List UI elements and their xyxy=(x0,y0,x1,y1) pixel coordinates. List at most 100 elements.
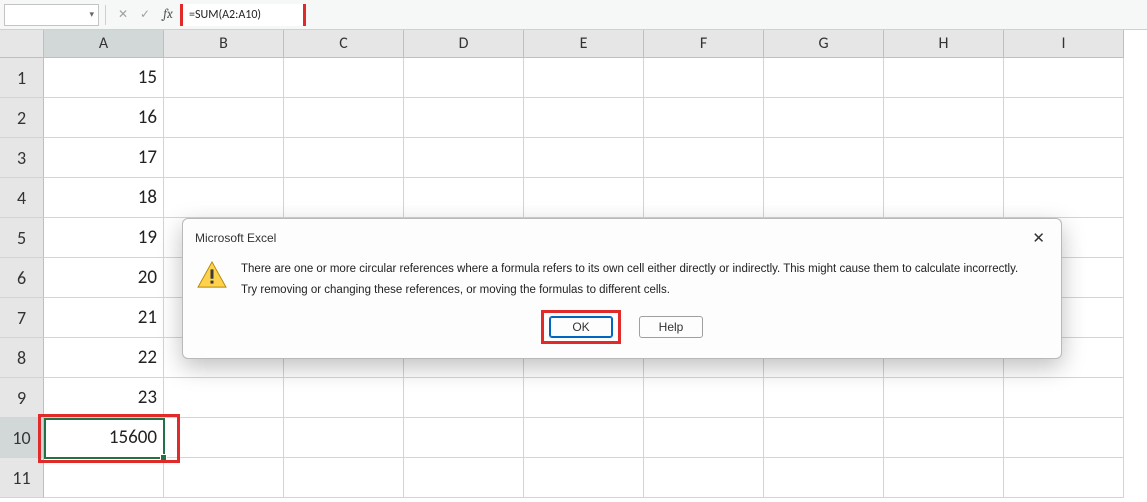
row-header-10[interactable]: 10 xyxy=(0,418,44,458)
cell[interactable] xyxy=(764,178,884,218)
cell[interactable] xyxy=(404,98,524,138)
cell-A4[interactable]: 18 xyxy=(44,178,164,218)
cell[interactable] xyxy=(1004,178,1124,218)
dialog-body: There are one or more circular reference… xyxy=(183,253,1061,310)
cell[interactable] xyxy=(404,458,524,498)
cell[interactable] xyxy=(884,178,1004,218)
cell[interactable] xyxy=(164,378,284,418)
cell[interactable] xyxy=(1004,378,1124,418)
cell[interactable] xyxy=(164,58,284,98)
cell-A2[interactable]: 16 xyxy=(44,98,164,138)
cell[interactable] xyxy=(284,98,404,138)
name-box[interactable]: ▾ xyxy=(4,4,99,26)
row-header-5[interactable]: 5 xyxy=(0,218,44,258)
cell-A3[interactable]: 17 xyxy=(44,138,164,178)
cell[interactable] xyxy=(644,378,764,418)
cell[interactable] xyxy=(1004,138,1124,178)
cell[interactable] xyxy=(164,418,284,458)
cell[interactable] xyxy=(884,458,1004,498)
name-box-dropdown-icon[interactable]: ▾ xyxy=(89,9,94,20)
cell[interactable] xyxy=(164,178,284,218)
cell-A7[interactable]: 21 xyxy=(44,298,164,338)
select-all-corner[interactable] xyxy=(0,30,44,58)
cell[interactable] xyxy=(884,98,1004,138)
cell[interactable] xyxy=(164,138,284,178)
cell[interactable] xyxy=(884,138,1004,178)
cell[interactable] xyxy=(764,138,884,178)
row-header-1[interactable]: 1 xyxy=(0,58,44,98)
fx-icon[interactable]: fx xyxy=(156,7,180,22)
row-header-3[interactable]: 3 xyxy=(0,138,44,178)
cell[interactable] xyxy=(1004,58,1124,98)
cell[interactable] xyxy=(764,458,884,498)
row-header-11[interactable]: 11 xyxy=(0,458,44,498)
cell[interactable] xyxy=(1004,418,1124,458)
cell[interactable] xyxy=(1004,458,1124,498)
cell[interactable] xyxy=(404,58,524,98)
cell[interactable] xyxy=(284,458,404,498)
col-header-D[interactable]: D xyxy=(404,30,524,58)
cell-A5[interactable]: 19 xyxy=(44,218,164,258)
row-header-8[interactable]: 8 xyxy=(0,338,44,378)
cell[interactable] xyxy=(284,378,404,418)
cell-A8[interactable]: 22 xyxy=(44,338,164,378)
cell[interactable] xyxy=(644,138,764,178)
cell[interactable] xyxy=(884,418,1004,458)
row-header-4[interactable]: 4 xyxy=(0,178,44,218)
cell[interactable] xyxy=(644,98,764,138)
cell[interactable] xyxy=(644,178,764,218)
cell[interactable] xyxy=(404,138,524,178)
cell[interactable] xyxy=(524,138,644,178)
col-header-I[interactable]: I xyxy=(1004,30,1124,58)
cell[interactable] xyxy=(524,178,644,218)
col-header-H[interactable]: H xyxy=(884,30,1004,58)
col-header-C[interactable]: C xyxy=(284,30,404,58)
cell[interactable] xyxy=(284,58,404,98)
ok-button[interactable]: OK xyxy=(549,316,613,338)
help-button[interactable]: Help xyxy=(639,316,703,338)
cell[interactable] xyxy=(524,98,644,138)
col-header-G[interactable]: G xyxy=(764,30,884,58)
cell[interactable] xyxy=(764,58,884,98)
col-header-F[interactable]: F xyxy=(644,30,764,58)
cell[interactable] xyxy=(644,418,764,458)
cell[interactable] xyxy=(884,378,1004,418)
cell[interactable] xyxy=(404,178,524,218)
cell[interactable] xyxy=(404,378,524,418)
formula-input[interactable]: =SUM(A2:A10) xyxy=(183,4,303,26)
cell-A9[interactable]: 23 xyxy=(44,378,164,418)
cell[interactable] xyxy=(164,458,284,498)
cell[interactable] xyxy=(764,98,884,138)
cell[interactable] xyxy=(644,458,764,498)
cell-A6[interactable]: 20 xyxy=(44,258,164,298)
grid-row: 16 xyxy=(44,98,1124,138)
cell-A10[interactable]: 15600 xyxy=(44,418,164,458)
cell[interactable] xyxy=(524,58,644,98)
row-header-7[interactable]: 7 xyxy=(0,298,44,338)
cell[interactable] xyxy=(644,58,764,98)
dialog-close-icon[interactable]: ✕ xyxy=(1026,227,1051,249)
cell[interactable] xyxy=(1004,98,1124,138)
cell[interactable] xyxy=(284,418,404,458)
row-header-6[interactable]: 6 xyxy=(0,258,44,298)
cell[interactable] xyxy=(524,378,644,418)
cell[interactable] xyxy=(164,98,284,138)
separator xyxy=(105,5,106,25)
cell[interactable] xyxy=(284,178,404,218)
cell[interactable] xyxy=(884,58,1004,98)
col-header-A[interactable]: A xyxy=(44,30,164,58)
row-header-2[interactable]: 2 xyxy=(0,98,44,138)
col-header-E[interactable]: E xyxy=(524,30,644,58)
row-header-9[interactable]: 9 xyxy=(0,378,44,418)
cell[interactable] xyxy=(524,458,644,498)
cell[interactable] xyxy=(404,418,524,458)
cell[interactable] xyxy=(764,418,884,458)
col-header-B[interactable]: B xyxy=(164,30,284,58)
cell[interactable] xyxy=(284,138,404,178)
cell-A1[interactable]: 15 xyxy=(44,58,164,98)
fill-handle[interactable] xyxy=(160,454,167,461)
cell[interactable] xyxy=(524,418,644,458)
cell-A11[interactable] xyxy=(44,458,164,498)
cell[interactable] xyxy=(764,378,884,418)
dialog-buttons: OK Help xyxy=(183,310,1061,358)
